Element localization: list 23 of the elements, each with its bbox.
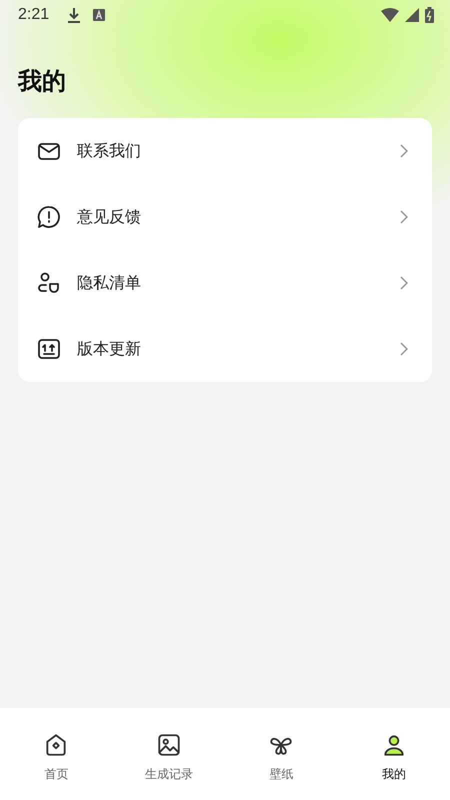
menu-item[interactable]: 意见反馈 <box>18 184 432 250</box>
wifi-icon <box>381 8 399 22</box>
menu-item[interactable]: 隐私清单 <box>18 250 432 316</box>
notification-icon <box>93 9 106 21</box>
status-time: 2:21 <box>18 6 50 24</box>
nav-tab[interactable]: 首页 <box>11 708 102 783</box>
chevron-right-icon <box>400 276 408 290</box>
image-icon <box>156 732 182 758</box>
chevron-right-icon <box>400 210 408 224</box>
nav-tab[interactable]: 生成记录 <box>124 708 214 783</box>
battery-icon <box>425 7 434 23</box>
nav-tab[interactable]: 壁纸 <box>236 708 326 783</box>
chevron-right-icon <box>400 144 408 158</box>
signal-icon <box>405 8 419 22</box>
chevron-right-icon <box>400 342 408 356</box>
speech-bubble-icon <box>37 205 61 229</box>
user-shield-icon <box>37 271 61 295</box>
page-title: 我的 <box>18 66 67 97</box>
menu-item[interactable]: 版本更新 <box>18 316 432 382</box>
nav-tab[interactable]: 我的 <box>348 708 439 783</box>
download-icon <box>67 7 82 23</box>
update-icon <box>37 337 61 361</box>
menu-item[interactable]: 联系我们 <box>18 118 432 184</box>
